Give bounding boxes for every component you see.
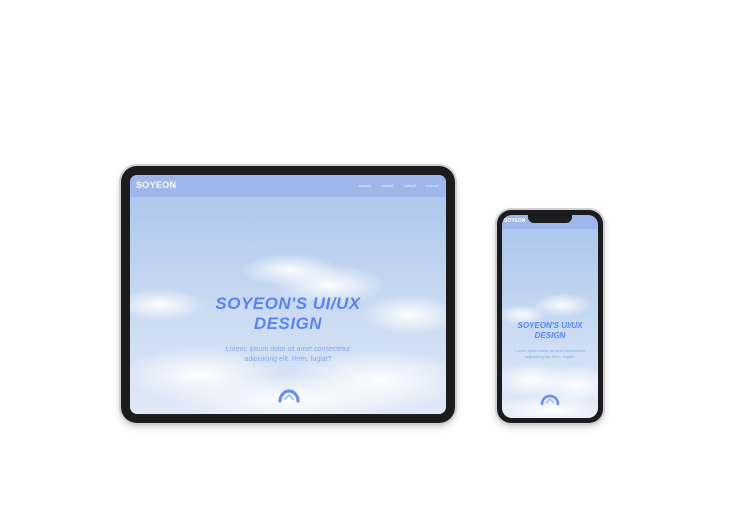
phone-hero-title-line1: SOYEON'S UI/UX xyxy=(517,321,583,330)
phone-notch xyxy=(528,215,572,223)
tablet-hero-subtitle-line2: adipisicing elit. Rem, fugiat? xyxy=(244,356,332,363)
tablet-logo[interactable]: SOYEON xyxy=(136,180,176,190)
phone-hero-subtitle: Lorem, ipsum dolor sit amet consectetur … xyxy=(502,348,598,360)
cloud-arrow-icon[interactable] xyxy=(540,392,560,406)
tablet-hero-title-line1: SOYEON'S UI/UX xyxy=(215,294,361,313)
phone-logo[interactable]: SOYEON xyxy=(504,218,525,224)
phone-device: SOYEON SOYEON'S UI/UX DESIGN Lorem, ipsu… xyxy=(497,210,603,423)
phone-hero-title: SOYEON'S UI/UX DESIGN xyxy=(502,321,598,341)
mockup-stage: SOYEON menu1 menu2 menu3 menu4 SOYEON'S … xyxy=(0,0,737,515)
tablet-menu-item-4[interactable]: menu4 xyxy=(426,183,438,188)
tablet-device: SOYEON menu1 menu2 menu3 menu4 SOYEON'S … xyxy=(121,166,455,423)
tablet-menu-item-3[interactable]: menu3 xyxy=(404,183,416,188)
tablet-hero-subtitle: Lorem, ipsum dolor sit amet consectetur … xyxy=(130,345,446,365)
phone-hero-title-line2: DESIGN xyxy=(534,331,566,340)
tablet-menu-item-2[interactable]: menu2 xyxy=(381,183,393,188)
phone-sky-background xyxy=(502,215,598,418)
cloud-arrow-icon[interactable] xyxy=(277,386,301,404)
tablet-hero-title: SOYEON'S UI/UX DESIGN xyxy=(130,294,446,334)
tablet-menu: menu1 menu2 menu3 menu4 xyxy=(359,183,438,188)
tablet-menu-item-1[interactable]: menu1 xyxy=(359,183,371,188)
tablet-hero-subtitle-line1: Lorem, ipsum dolor sit amet consectetur xyxy=(225,346,351,353)
tablet-screen: SOYEON menu1 menu2 menu3 menu4 SOYEON'S … xyxy=(130,175,446,414)
phone-hero-subtitle-line2: adipisicing elit. Rem, fugiat? xyxy=(525,354,575,359)
tablet-nav-bar: SOYEON menu1 menu2 menu3 menu4 xyxy=(130,175,446,197)
tablet-hero-title-line2: DESIGN xyxy=(253,314,323,333)
phone-screen: SOYEON SOYEON'S UI/UX DESIGN Lorem, ipsu… xyxy=(502,215,598,418)
